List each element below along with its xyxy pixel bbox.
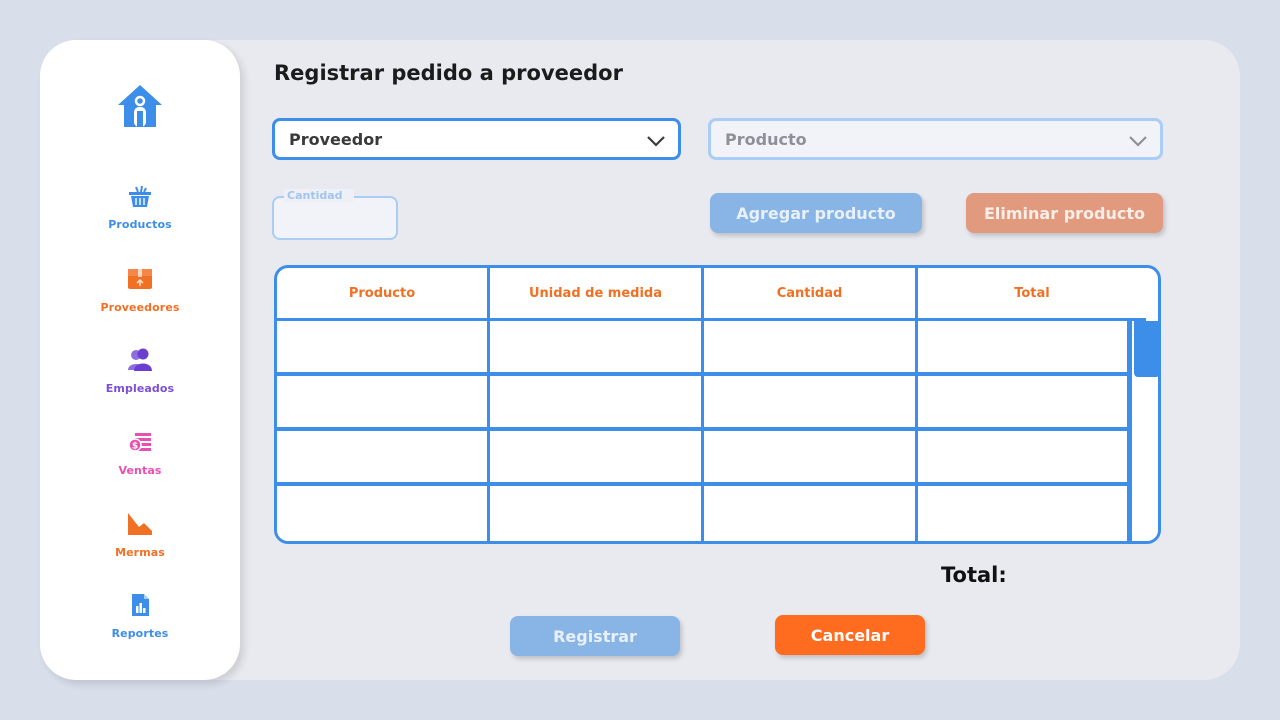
scrollbar-thumb[interactable] <box>1134 321 1158 377</box>
total-label: Total: <box>941 563 1007 587</box>
agregar-producto-button[interactable]: Agregar producto <box>710 193 922 233</box>
sidebar-item-productos[interactable]: Productos <box>40 183 240 231</box>
home-icon[interactable] <box>116 83 164 129</box>
sidebar-item-mermas[interactable]: Mermas <box>40 511 240 559</box>
money-icon: $ <box>128 433 151 452</box>
report-icon <box>132 594 149 616</box>
column-header-cantidad: Cantidad <box>704 268 918 321</box>
proveedor-select-value: Proveedor <box>289 129 383 149</box>
table-cell[interactable] <box>277 431 490 482</box>
table-cell[interactable] <box>918 431 1130 482</box>
table-cell[interactable] <box>704 376 918 427</box>
chevron-down-icon <box>647 136 665 147</box>
sidebar-item-label: Mermas <box>115 546 165 559</box>
sidebar-item-ventas[interactable]: $ Ventas <box>40 429 240 477</box>
cantidad-field[interactable] <box>272 196 398 240</box>
table-cell[interactable] <box>918 376 1130 427</box>
table-cell[interactable] <box>704 431 918 482</box>
table-cell[interactable] <box>277 321 490 372</box>
table-cell[interactable] <box>490 321 704 372</box>
sidebar-item-reportes[interactable]: Reportes <box>40 592 240 640</box>
box-icon <box>128 269 152 289</box>
svg-text:$: $ <box>132 442 138 452</box>
people-icon <box>128 348 152 371</box>
products-table: Producto Unidad de medida Cantidad Total <box>274 265 1161 544</box>
table-body <box>277 321 1130 541</box>
table-cell[interactable] <box>704 321 918 372</box>
registrar-button[interactable]: Registrar <box>510 616 680 656</box>
table-row[interactable] <box>277 376 1130 431</box>
table-cell[interactable] <box>277 376 490 427</box>
page-title: Registrar pedido a proveedor <box>274 61 623 85</box>
decline-chart-icon <box>128 513 152 535</box>
table-cell[interactable] <box>490 376 704 427</box>
sidebar-item-empleados[interactable]: Empleados <box>40 347 240 395</box>
producto-select[interactable]: Producto <box>708 118 1163 160</box>
proveedor-select[interactable]: Proveedor <box>272 118 681 160</box>
column-header-producto: Producto <box>277 268 490 321</box>
table-row[interactable] <box>277 431 1130 486</box>
chevron-down-icon <box>1129 136 1147 147</box>
sidebar-item-label: Proveedores <box>100 301 180 314</box>
table-cell[interactable] <box>490 431 704 482</box>
table-row[interactable] <box>277 321 1130 376</box>
sidebar-item-proveedores[interactable]: Proveedores <box>40 266 240 314</box>
table-cell[interactable] <box>918 321 1130 372</box>
sidebar-item-label: Empleados <box>105 382 175 395</box>
table-cell[interactable] <box>918 486 1130 541</box>
basket-icon <box>129 185 151 207</box>
table-scrollbar[interactable] <box>1130 321 1158 541</box>
producto-select-value: Producto <box>725 129 807 149</box>
eliminar-producto-button[interactable]: Eliminar producto <box>966 193 1163 233</box>
column-header-total: Total <box>918 268 1146 321</box>
sidebar-item-label: Ventas <box>118 464 162 477</box>
table-cell[interactable] <box>277 486 490 541</box>
table-row[interactable] <box>277 486 1130 541</box>
column-header-unidad: Unidad de medida <box>490 268 704 321</box>
table-cell[interactable] <box>490 486 704 541</box>
table-header: Producto Unidad de medida Cantidad Total <box>277 268 1158 321</box>
cancelar-button[interactable]: Cancelar <box>775 615 925 655</box>
cantidad-label: Cantidad <box>284 189 354 202</box>
table-cell[interactable] <box>704 486 918 541</box>
sidebar-item-label: Reportes <box>111 627 169 640</box>
sidebar-item-label: Productos <box>108 218 172 231</box>
